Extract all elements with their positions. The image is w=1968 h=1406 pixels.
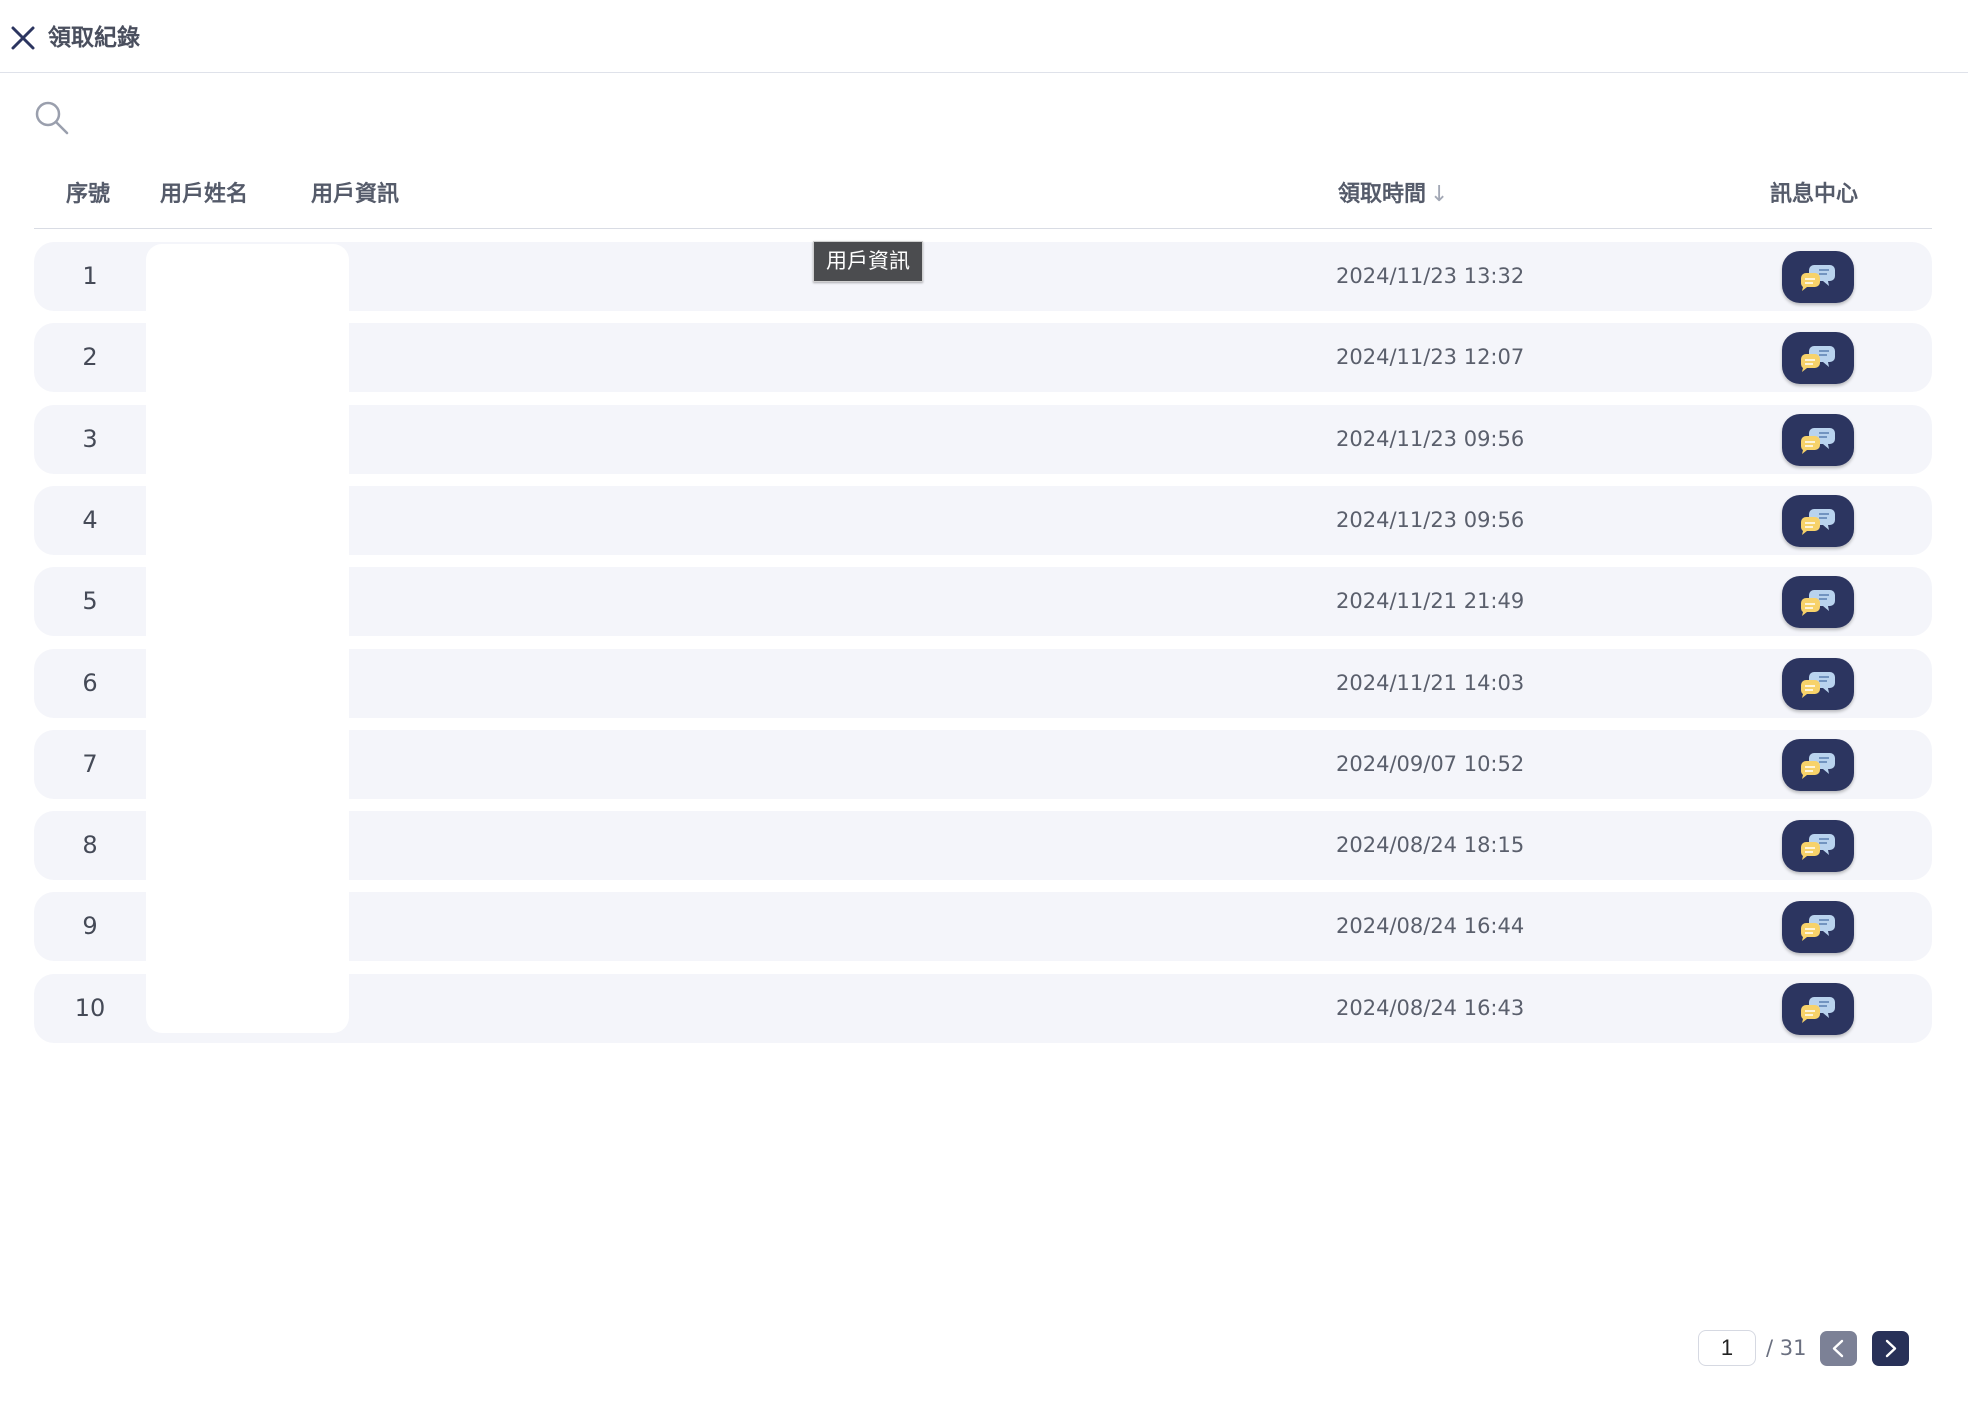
close-icon[interactable] (10, 25, 36, 51)
table-header: 序號 用戶姓名 用戶資訊 領取時間 ↓ 訊息中心 (34, 170, 1932, 229)
row-seq: 10 (74, 994, 106, 1022)
row-seq: 9 (82, 912, 98, 940)
chat-bubbles-icon (1801, 753, 1835, 779)
row-seq: 7 (82, 750, 98, 778)
row-claim-time: 2024/11/21 21:49 (1336, 589, 1525, 613)
row-seq: 3 (82, 425, 98, 453)
row-seq: 8 (82, 831, 98, 859)
row-claim-time: 2024/08/24 16:44 (1336, 914, 1525, 938)
next-page-button[interactable] (1872, 1331, 1909, 1366)
chat-bubbles-icon (1801, 428, 1835, 454)
message-center-button[interactable] (1782, 658, 1854, 710)
message-center-button[interactable] (1782, 495, 1854, 547)
tooltip: 用戶資訊 (813, 241, 923, 282)
chat-bubbles-icon (1801, 672, 1835, 698)
page-total: / 31 (1766, 1336, 1807, 1360)
chevron-right-icon (1885, 1339, 1897, 1358)
chat-bubbles-icon (1801, 590, 1835, 616)
chevron-left-icon (1832, 1339, 1844, 1358)
chat-bubbles-icon (1801, 915, 1835, 941)
row-claim-time: 2024/11/21 14:03 (1336, 671, 1525, 695)
chat-bubbles-icon (1801, 265, 1835, 291)
row-claim-time: 2024/11/23 09:56 (1336, 427, 1525, 451)
column-header-seq: 序號 (66, 182, 111, 207)
message-center-button[interactable] (1782, 332, 1854, 384)
page-title: 領取紀錄 (48, 25, 140, 51)
row-claim-time: 2024/09/07 10:52 (1336, 752, 1525, 776)
column-header-claim-time-label: 領取時間 (1338, 182, 1427, 207)
redacted-user-names (146, 244, 349, 1033)
column-header-claim-time[interactable]: 領取時間 ↓ (1338, 180, 1448, 210)
chat-bubbles-icon (1801, 834, 1835, 860)
previous-page-button[interactable] (1820, 1331, 1857, 1366)
row-seq: 1 (82, 262, 98, 290)
message-center-button[interactable] (1782, 739, 1854, 791)
row-seq: 5 (82, 587, 98, 615)
message-center-button[interactable] (1782, 576, 1854, 628)
row-claim-time: 2024/11/23 09:56 (1336, 508, 1525, 532)
row-seq: 2 (82, 343, 98, 371)
message-center-button[interactable] (1782, 820, 1854, 872)
row-seq: 6 (82, 669, 98, 697)
row-seq: 4 (82, 506, 98, 534)
page-number-input[interactable] (1698, 1330, 1756, 1366)
chat-bubbles-icon (1801, 997, 1835, 1023)
message-center-button[interactable] (1782, 983, 1854, 1035)
message-center-button[interactable] (1782, 901, 1854, 953)
message-center-button[interactable] (1782, 251, 1854, 303)
chat-bubbles-icon (1801, 509, 1835, 535)
claim-records-page: 領取紀錄 序號 用戶姓名 用戶資訊 領取時間 ↓ 訊息中心 1 2024/11/23… (0, 0, 1968, 1406)
header-bar: 領取紀錄 (0, 0, 1968, 73)
column-header-user-info: 用戶資訊 (311, 182, 400, 207)
row-claim-time: 2024/11/23 12:07 (1336, 345, 1525, 369)
column-header-user-name: 用戶姓名 (160, 182, 249, 207)
sort-down-icon[interactable]: ↓ (1430, 180, 1448, 210)
row-claim-time: 2024/08/24 18:15 (1336, 833, 1525, 857)
search-icon[interactable] (34, 100, 70, 136)
message-center-button[interactable] (1782, 414, 1854, 466)
chat-bubbles-icon (1801, 346, 1835, 372)
row-claim-time: 2024/08/24 16:43 (1336, 996, 1525, 1020)
row-claim-time: 2024/11/23 13:32 (1336, 264, 1525, 288)
column-header-message-center: 訊息中心 (1770, 182, 1859, 207)
